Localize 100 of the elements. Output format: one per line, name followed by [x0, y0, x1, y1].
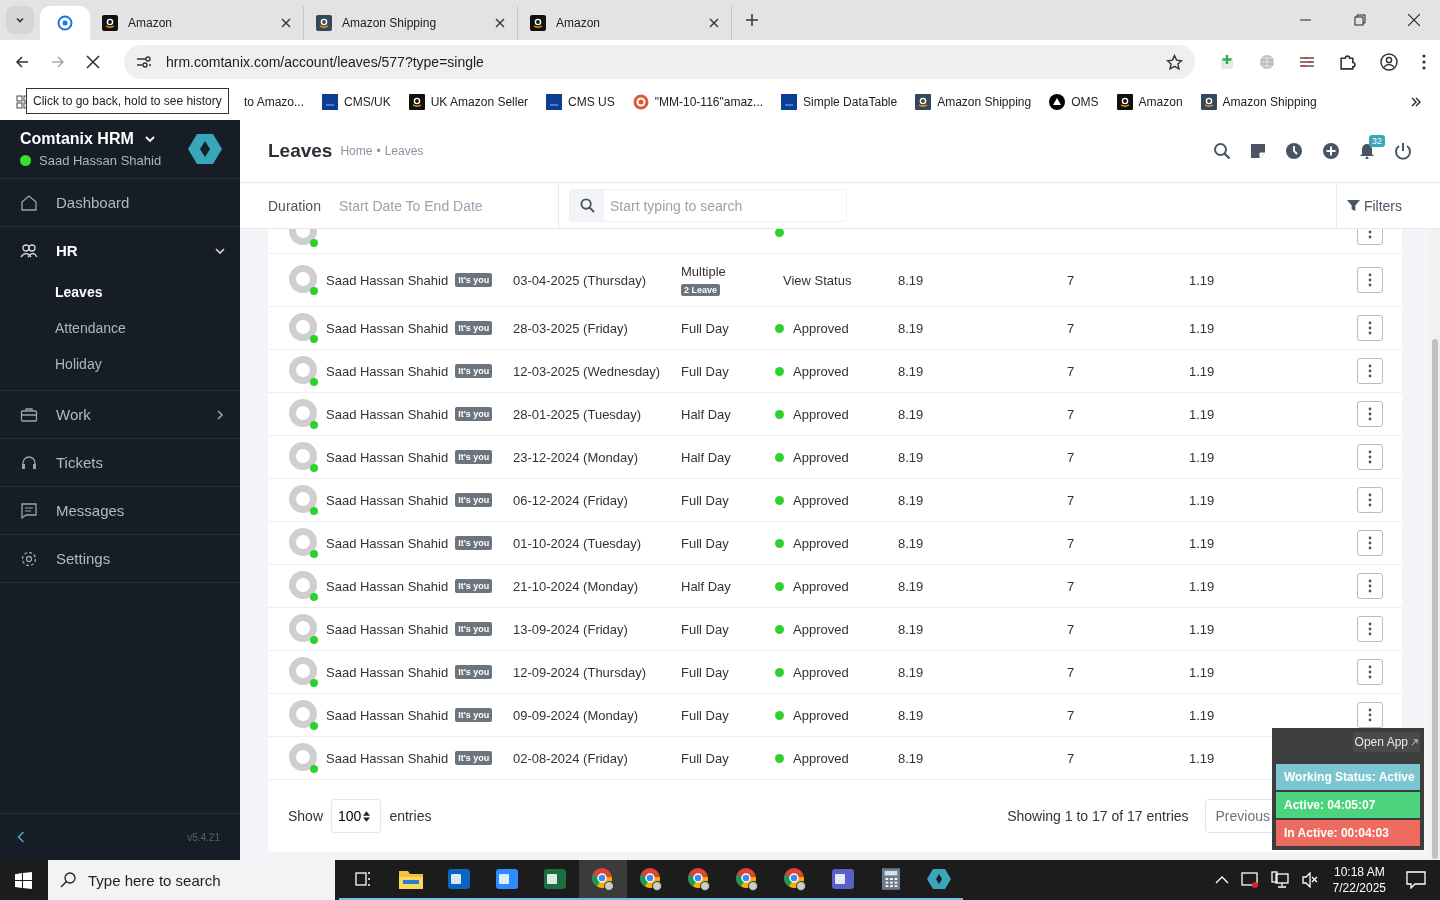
date-cell: 09-09-2024 (Monday) — [513, 708, 639, 723]
leave-type-cell: Full Day — [681, 750, 729, 766]
employee-name: Saad Hassan Shahid — [326, 750, 449, 766]
table-cell: 1.19 — [1189, 407, 1215, 422]
status-text: Approved — [793, 363, 849, 379]
bookmark[interactable]: Amazon Shipping — [1200, 94, 1317, 110]
you-badge: It's you — [455, 321, 493, 335]
nav-item[interactable]: Dashboard — [0, 179, 240, 226]
table-cell: 8.19 — [898, 493, 924, 508]
status-text: Approved — [793, 621, 849, 637]
table-cell: 1.19 — [1189, 579, 1215, 594]
employee-name: Saad Hassan Shahid — [326, 578, 449, 594]
breadcrumb-separator: • — [376, 144, 381, 158]
you-badge: It's you — [455, 450, 493, 464]
submenu-item[interactable]: Leaves — [55, 274, 240, 310]
employee-name: Saad Hassan Shahid — [326, 320, 449, 336]
nav-item[interactable]: HR — [0, 227, 240, 274]
leave-type-cell: Full Day — [681, 664, 729, 680]
table-cell: 8.19 — [898, 321, 924, 336]
date-range-field[interactable]: Start Date To End Date — [336, 196, 511, 215]
you-badge: It's you — [455, 751, 493, 765]
leave-type-cell: Full Day — [681, 535, 729, 551]
brand-name[interactable]: Comtanix HRM — [20, 130, 134, 148]
notification-badge: 32 — [1369, 135, 1385, 147]
employee-name: Saad Hassan Shahid — [326, 449, 449, 465]
table-cell: 8.19 — [898, 364, 924, 379]
you-badge: It's you — [455, 273, 493, 287]
bookmark[interactable]: to Amazo... — [244, 95, 305, 109]
you-badge: It's you — [455, 665, 493, 679]
submenu-item[interactable]: Holiday — [55, 346, 240, 382]
nav-item[interactable]: Work — [0, 391, 240, 438]
open-app-button[interactable]: Open App — [1352, 732, 1420, 752]
leave-count-badge: 2 Leave — [681, 284, 721, 296]
nav-item[interactable]: Settings — [0, 535, 240, 582]
employee-name: Saad Hassan Shahid — [326, 707, 449, 723]
nav-item[interactable]: Tickets — [0, 439, 240, 486]
table-cell: 7 — [1067, 493, 1075, 508]
tab-title: Amazon — [128, 16, 174, 30]
date-cell: 28-01-2025 (Tuesday) — [513, 407, 642, 422]
status-text: Approved — [793, 406, 849, 422]
page-size-select[interactable]: 100 — [331, 799, 382, 833]
table-cell: 1.19 — [1189, 321, 1215, 336]
leave-type-cell: Half Day — [681, 578, 731, 594]
you-badge: It's you — [455, 364, 493, 378]
bookmark[interactable]: CMS US — [546, 94, 615, 110]
table-cell: 8.19 — [898, 708, 924, 723]
employee-name: Saad Hassan Shahid — [326, 664, 449, 680]
user-name: Saad Hassan Shahid — [39, 153, 162, 168]
table-cell: 1.19 — [1189, 493, 1215, 508]
tab-title: Amazon Shipping — [342, 16, 438, 30]
you-badge: It's you — [455, 579, 493, 593]
status-text: Approved — [793, 535, 849, 551]
date-cell: 13-09-2024 (Friday) — [513, 622, 628, 637]
inactive-time-bar: In Active: 00:04:03 — [1276, 820, 1420, 846]
bookmark[interactable]: Amazon Shipping — [915, 94, 1032, 110]
table-cell: 1.19 — [1189, 450, 1215, 465]
entries-summary: Showing 1 to 17 of 17 entries — [1007, 808, 1189, 824]
view-status-link[interactable]: View Status — [775, 272, 852, 288]
table-cell: 8.19 — [898, 665, 924, 680]
table-cell: 1.19 — [1189, 708, 1215, 723]
bookmark[interactable]: CMS/UK — [322, 94, 391, 110]
table-cell: 7 — [1067, 665, 1075, 680]
date-cell: 06-12-2024 (Friday) — [513, 493, 628, 508]
leave-type-cell: Half Day — [681, 449, 731, 465]
you-badge: It's you — [455, 407, 493, 421]
table-cell: 8.19 — [898, 407, 924, 422]
bookmark[interactable]: Simple DataTable — [781, 94, 898, 110]
table-cell: 7 — [1067, 622, 1075, 637]
nav-item[interactable]: Messages — [0, 487, 240, 534]
employee-name: Saad Hassan Shahid — [326, 535, 449, 551]
table-cell: 7 — [1067, 364, 1075, 379]
date-cell: 21-10-2024 (Monday) — [513, 579, 639, 594]
leave-type-cell: Full Day — [681, 707, 729, 723]
you-badge: It's you — [455, 536, 493, 550]
bookmark[interactable]: OMS — [1049, 94, 1099, 110]
bookmark[interactable]: UK Amazon Seller — [408, 94, 529, 110]
date-cell: 12-03-2025 (Wednesday) — [513, 364, 661, 379]
table-cell: 7 — [1067, 579, 1075, 594]
system-clock[interactable]: 10:18 AM 7/22/2025 — [1332, 865, 1386, 895]
address-bar[interactable]: hrm.comtanix.com/account/leaves/577?type=single — [124, 45, 1195, 79]
leave-type-cell: Full Day — [681, 363, 729, 379]
bookmark[interactable]: Amazon — [1116, 94, 1183, 110]
employee-name: Saad Hassan Shahid — [326, 621, 449, 637]
submenu-item[interactable]: Attendance — [55, 310, 240, 346]
table-cell: 1.19 — [1189, 665, 1215, 680]
date-cell: 23-12-2024 (Monday) — [513, 450, 639, 465]
taskbar-search-field[interactable]: Type here to search — [48, 860, 335, 900]
status-text: Approved — [793, 664, 849, 680]
table-cell: 7 — [1067, 751, 1075, 766]
table-cell: 7 — [1067, 273, 1075, 288]
bookmark[interactable]: "MM-10-116"amaz... — [632, 94, 764, 110]
version-text: v5.4.21 — [187, 831, 220, 843]
table-cell: 8.19 — [898, 450, 924, 465]
table-cell: 1.19 — [1189, 622, 1215, 637]
table-cell: 8.19 — [898, 273, 924, 288]
you-badge: It's you — [455, 708, 493, 722]
url-text: hrm.comtanix.com/account/leaves/577?type=single — [166, 54, 485, 70]
leave-type-cell: Half Day — [681, 406, 731, 422]
table-cell: 7 — [1067, 708, 1075, 723]
date-cell: 02-08-2024 (Friday) — [513, 751, 628, 766]
